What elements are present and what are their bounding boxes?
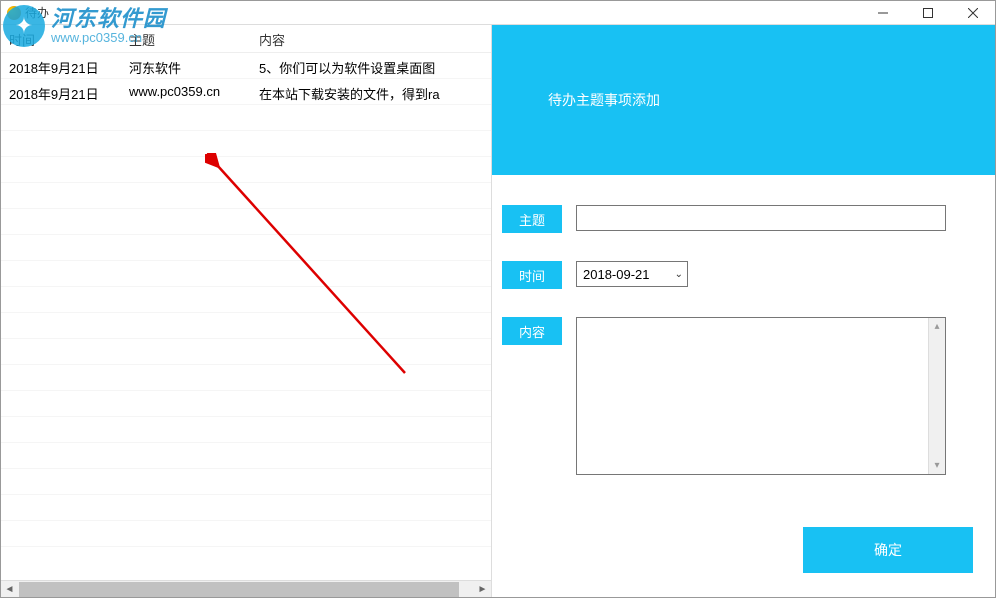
close-icon: [968, 8, 978, 18]
table-row[interactable]: [1, 417, 491, 443]
table-row[interactable]: [1, 157, 491, 183]
maximize-button[interactable]: [905, 1, 950, 25]
table-row[interactable]: [1, 313, 491, 339]
cell-subject: www.pc0359.cn: [121, 79, 251, 104]
header-content[interactable]: 内容: [251, 25, 491, 52]
scroll-right-icon[interactable]: ►: [474, 581, 491, 598]
subject-label: 主题: [502, 205, 562, 233]
panel-header: 待办主题事项添加: [492, 25, 995, 175]
table-header: 时间 主题 内容: [1, 25, 491, 53]
header-subject[interactable]: 主题: [121, 25, 251, 52]
chevron-down-icon: ⌄: [675, 269, 683, 280]
content-textarea[interactable]: [577, 318, 928, 474]
textarea-scrollbar[interactable]: ▴ ▾: [928, 318, 945, 474]
table-row[interactable]: [1, 287, 491, 313]
window-controls: [860, 1, 995, 25]
maximize-icon: [923, 8, 933, 18]
close-button[interactable]: [950, 1, 995, 25]
table-row[interactable]: [1, 209, 491, 235]
table-row[interactable]: 2018年9月21日 河东软件 5、你们可以为软件设置桌面图: [1, 53, 491, 79]
content-label: 内容: [502, 317, 562, 345]
minimize-icon: [878, 8, 888, 18]
horizontal-scrollbar[interactable]: ◄ ►: [1, 580, 491, 597]
scroll-left-icon[interactable]: ◄: [1, 581, 18, 598]
table-row[interactable]: [1, 391, 491, 417]
add-todo-panel: 待办主题事项添加 主题 时间 2018-09-21 ⌄ 内容 ▴: [491, 25, 995, 597]
cell-time: 2018年9月21日: [1, 53, 121, 78]
table-row[interactable]: [1, 183, 491, 209]
content-textarea-wrap: ▴ ▾: [576, 317, 946, 475]
table-row[interactable]: [1, 469, 491, 495]
date-value: 2018-09-21: [583, 267, 650, 282]
table-row[interactable]: [1, 131, 491, 157]
table-row[interactable]: [1, 495, 491, 521]
panel-title: 待办主题事项添加: [548, 90, 660, 110]
form-area: 主题 时间 2018-09-21 ⌄ 内容 ▴ ▾: [492, 175, 995, 597]
table-row[interactable]: [1, 365, 491, 391]
todo-table[interactable]: 时间 主题 内容 2018年9月21日 河东软件 5、你们可以为软件设置桌面图 …: [1, 25, 491, 580]
subject-input[interactable]: [576, 205, 946, 231]
date-picker[interactable]: 2018-09-21 ⌄: [576, 261, 688, 287]
confirm-button[interactable]: 确定: [803, 527, 973, 573]
table-row[interactable]: [1, 261, 491, 287]
table-row[interactable]: [1, 521, 491, 547]
table-row[interactable]: 2018年9月21日 www.pc0359.cn 在本站下载安装的文件，得到ra: [1, 79, 491, 105]
cell-time: 2018年9月21日: [1, 79, 121, 104]
scrollbar-thumb[interactable]: [19, 582, 459, 597]
table-row[interactable]: [1, 235, 491, 261]
scroll-down-icon[interactable]: ▾: [929, 457, 945, 474]
subject-row: 主题: [502, 205, 973, 233]
table-row[interactable]: [1, 105, 491, 131]
cell-content: 在本站下载安装的文件，得到ra: [251, 79, 491, 104]
minimize-button[interactable]: [860, 1, 905, 25]
cell-subject: 河东软件: [121, 53, 251, 78]
table-row[interactable]: [1, 443, 491, 469]
time-row: 时间 2018-09-21 ⌄: [502, 261, 973, 289]
window-title: 待办: [25, 4, 49, 21]
cell-content: 5、你们可以为软件设置桌面图: [251, 53, 491, 78]
todo-list-panel: 时间 主题 内容 2018年9月21日 河东软件 5、你们可以为软件设置桌面图 …: [1, 25, 491, 597]
header-time[interactable]: 时间: [1, 25, 121, 52]
titlebar-left: 待办: [7, 4, 49, 21]
content-row: 内容 ▴ ▾: [502, 317, 973, 475]
window-titlebar: 待办: [1, 1, 995, 25]
scroll-up-icon[interactable]: ▴: [929, 318, 945, 335]
table-row[interactable]: [1, 339, 491, 365]
app-icon: [7, 6, 21, 20]
time-label: 时间: [502, 261, 562, 289]
